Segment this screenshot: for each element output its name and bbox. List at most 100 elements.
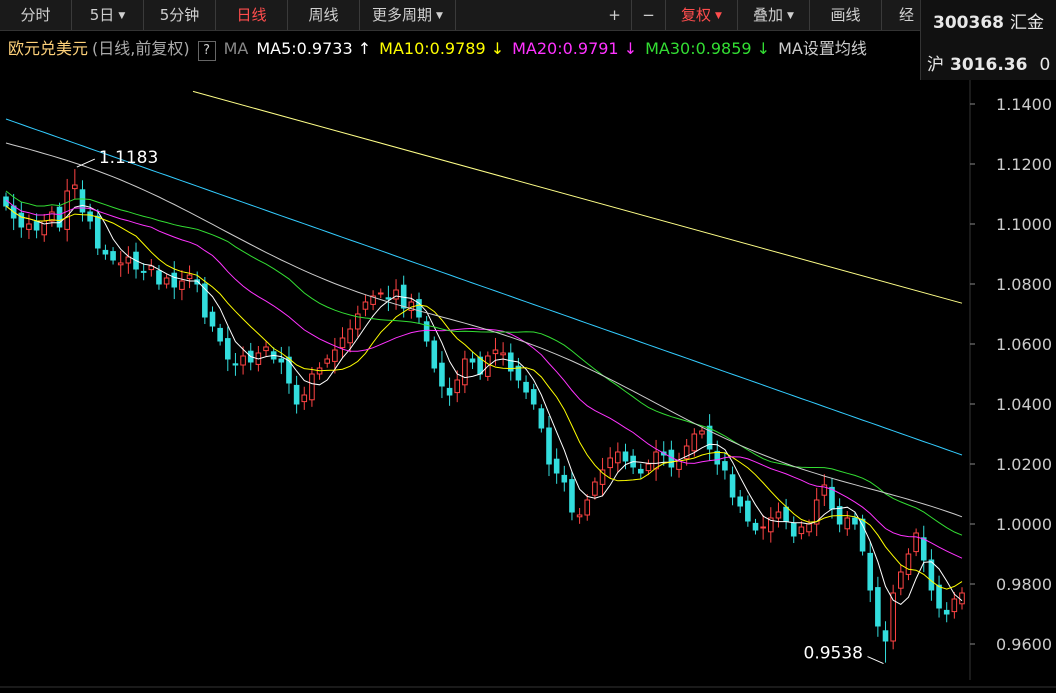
candle-body bbox=[454, 379, 461, 394]
candle-body bbox=[102, 249, 109, 255]
y-tick-label: 1.1200 bbox=[996, 155, 1052, 174]
candle-body bbox=[26, 223, 32, 230]
candle-body bbox=[224, 338, 231, 360]
candle-body bbox=[33, 221, 40, 231]
candle-body bbox=[729, 474, 736, 498]
high-label: 1.1183 bbox=[99, 148, 158, 168]
candle-body bbox=[385, 297, 392, 300]
candle-body bbox=[301, 394, 308, 403]
candle-body bbox=[936, 584, 942, 609]
candle-body bbox=[194, 279, 200, 285]
candle-body bbox=[332, 349, 338, 362]
candle-body bbox=[500, 352, 506, 356]
candle-body bbox=[882, 630, 889, 642]
ma250-line bbox=[192, 90, 963, 304]
y-tick-label: 1.1000 bbox=[996, 215, 1052, 234]
y-tick-label: 1.0800 bbox=[996, 275, 1052, 294]
candle-body bbox=[140, 270, 147, 273]
candle-body bbox=[951, 598, 958, 613]
candle-body bbox=[125, 256, 132, 264]
candle-body bbox=[79, 189, 86, 213]
candle-body bbox=[859, 518, 866, 552]
candle-body bbox=[798, 526, 805, 535]
candle-body bbox=[293, 384, 300, 405]
candle-body bbox=[637, 468, 644, 474]
candle-body bbox=[278, 358, 285, 363]
candle-body bbox=[538, 408, 545, 429]
y-tick-label: 1.0400 bbox=[996, 395, 1052, 414]
candle-body bbox=[806, 523, 812, 533]
candle-body bbox=[790, 522, 797, 537]
candle-body bbox=[745, 500, 751, 522]
candle-body bbox=[699, 430, 705, 435]
candle-body bbox=[875, 587, 881, 627]
candle-body bbox=[217, 327, 223, 342]
candle-body bbox=[920, 537, 927, 561]
candle-body bbox=[615, 451, 621, 464]
candle-body bbox=[722, 461, 728, 471]
candle-body bbox=[492, 349, 499, 355]
candle-body bbox=[324, 358, 331, 364]
candle-body bbox=[362, 301, 369, 310]
candle-body bbox=[171, 272, 178, 288]
candle-body bbox=[653, 451, 659, 470]
candle-body bbox=[592, 481, 598, 496]
candle-body bbox=[530, 389, 537, 405]
ma30-line bbox=[5, 190, 963, 536]
candle-body bbox=[523, 381, 529, 393]
y-tick-label: 1.0200 bbox=[996, 455, 1052, 474]
candle-body bbox=[240, 355, 246, 366]
low-marker-arrow bbox=[867, 656, 884, 665]
candle-body bbox=[179, 280, 185, 290]
candle-body bbox=[263, 346, 269, 352]
candle-body bbox=[439, 362, 445, 387]
candle-body bbox=[943, 609, 950, 615]
candle-body bbox=[18, 212, 25, 228]
candle-body bbox=[431, 340, 438, 369]
y-tick-label: 0.9600 bbox=[996, 635, 1052, 654]
ma120-line bbox=[5, 118, 963, 456]
candle-body bbox=[844, 517, 851, 530]
candle-body bbox=[928, 559, 935, 591]
candle-body bbox=[599, 469, 606, 485]
candle-body bbox=[714, 450, 721, 465]
candle-body bbox=[561, 474, 568, 483]
candle-body bbox=[87, 211, 93, 222]
high-marker-arrow bbox=[76, 158, 96, 168]
candle-body bbox=[377, 292, 384, 295]
low-label: 0.9538 bbox=[804, 644, 863, 664]
candle-body bbox=[446, 387, 453, 396]
y-tick-label: 1.0000 bbox=[996, 515, 1052, 534]
candlestick-chart[interactable]: 1.1400 1.1200 1.1000 1.0800 1.0600 1.0400 1.02… bbox=[0, 0, 1056, 693]
candle-body bbox=[959, 592, 965, 605]
candle-body bbox=[309, 373, 315, 401]
candle-body bbox=[393, 289, 399, 300]
y-tick-label: 1.0600 bbox=[996, 335, 1052, 354]
candle-body bbox=[737, 496, 744, 507]
candle-body bbox=[546, 427, 552, 465]
candle-body bbox=[110, 251, 116, 261]
candle-body bbox=[94, 215, 101, 249]
y-tick-label: 1.1400 bbox=[996, 95, 1052, 114]
candle-body bbox=[569, 479, 575, 513]
candle-body bbox=[752, 522, 759, 531]
candle-body bbox=[760, 526, 766, 529]
candle-body bbox=[622, 451, 629, 462]
candle-body bbox=[775, 511, 782, 519]
candle-body bbox=[676, 460, 682, 470]
candle-body bbox=[867, 552, 874, 591]
candle-body bbox=[576, 514, 583, 518]
candle-body bbox=[691, 433, 698, 452]
candle-body bbox=[898, 571, 904, 589]
candle-body bbox=[469, 358, 476, 363]
candle-body bbox=[347, 328, 353, 344]
candle-body bbox=[553, 458, 560, 474]
candle-body bbox=[56, 206, 63, 228]
candle-body bbox=[339, 337, 346, 349]
candle-body bbox=[852, 517, 858, 525]
y-tick-label: 0.9800 bbox=[996, 575, 1052, 594]
candle-body bbox=[905, 553, 912, 575]
candle-body bbox=[584, 499, 591, 516]
ma60-line bbox=[5, 142, 963, 518]
candle-body bbox=[156, 270, 162, 285]
